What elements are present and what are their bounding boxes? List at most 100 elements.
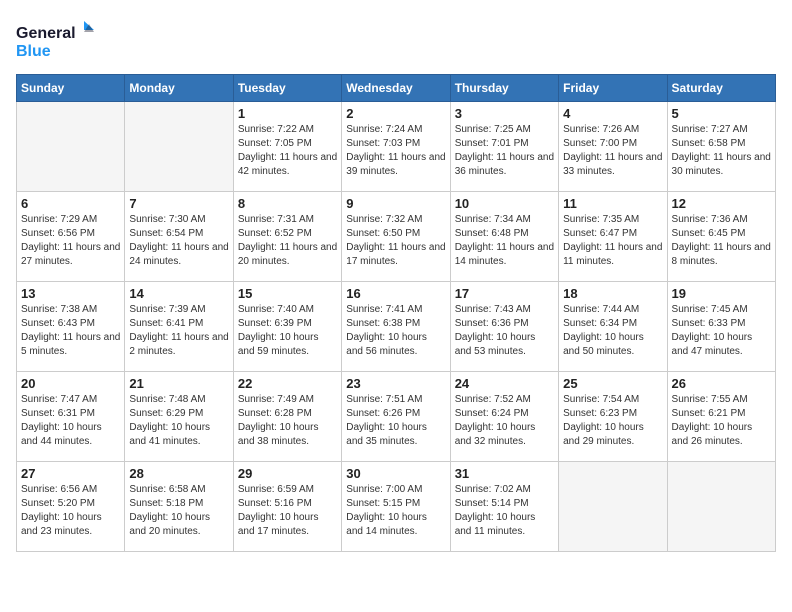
calendar-cell: 17 Sunrise: 7:43 AM Sunset: 6:36 PM Dayli… <box>450 282 558 372</box>
col-header-friday: Friday <box>559 75 667 102</box>
calendar-cell: 9Sunrise: 7:32 AM Sunset: 6:50 PM Daylig… <box>342 192 450 282</box>
cell-info: Sunrise: 7:31 AM Sunset: 6:52 PM Dayligh… <box>238 213 337 269</box>
day-number: 17 <box>455 286 554 301</box>
day-number: 23 <box>346 376 445 391</box>
day-number: 14 <box>129 286 228 301</box>
cell-info: Sunrise: 7:00 AM Sunset: 5:15 PM Dayligh… <box>346 483 445 539</box>
day-number: 7 <box>129 196 228 211</box>
calendar-week-1: 1 Sunrise: 7:22 AM Sunset: 7:05 PM Daylig… <box>17 102 776 192</box>
day-number: 2 <box>346 106 445 121</box>
logo-svg: General Blue <box>16 16 96 66</box>
calendar-cell: 31 Sunrise: 7:02 AM Sunset: 5:14 PM Dayli… <box>450 462 558 552</box>
calendar-week-3: 13 Sunrise: 7:38 AM Sunset: 6:43 PM Dayli… <box>17 282 776 372</box>
calendar-week-4: 20 Sunrise: 7:47 AM Sunset: 6:31 PM Dayli… <box>17 372 776 462</box>
calendar-cell: 12Sunrise: 7:36 AM Sunset: 6:45 PM Dayli… <box>667 192 775 282</box>
calendar-cell: 25 Sunrise: 7:54 AM Sunset: 6:23 PM Dayli… <box>559 372 667 462</box>
calendar-cell: 6 Sunrise: 7:29 AM Sunset: 6:56 PM Daylig… <box>17 192 125 282</box>
day-number: 16 <box>346 286 445 301</box>
cell-info: Sunrise: 7:22 AM Sunset: 7:05 PM Dayligh… <box>238 123 337 179</box>
cell-info: Sunrise: 7:26 AM Sunset: 7:00 PM Dayligh… <box>563 123 662 179</box>
calendar-cell: 18 Sunrise: 7:44 AM Sunset: 6:34 PM Dayli… <box>559 282 667 372</box>
cell-info: Sunrise: 7:30 AM Sunset: 6:54 PM Dayligh… <box>129 213 228 269</box>
day-number: 28 <box>129 466 228 481</box>
calendar-cell: 10 Sunrise: 7:34 AM Sunset: 6:48 PM Dayli… <box>450 192 558 282</box>
cell-info: Sunrise: 7:39 AM Sunset: 6:41 PM Dayligh… <box>129 303 228 359</box>
calendar-cell: 21 Sunrise: 7:48 AM Sunset: 6:29 PM Dayli… <box>125 372 233 462</box>
cell-info: Sunrise: 7:49 AM Sunset: 6:28 PM Dayligh… <box>238 393 337 449</box>
cell-info: Sunrise: 7:41 AM Sunset: 6:38 PM Dayligh… <box>346 303 445 359</box>
cell-info: Sunrise: 7:36 AM Sunset: 6:45 PM Dayligh… <box>672 213 771 269</box>
day-number: 18 <box>563 286 662 301</box>
calendar-cell: 19Sunrise: 7:45 AM Sunset: 6:33 PM Dayli… <box>667 282 775 372</box>
day-number: 22 <box>238 376 337 391</box>
col-header-saturday: Saturday <box>667 75 775 102</box>
calendar-cell: 27Sunrise: 6:56 AM Sunset: 5:20 PM Dayli… <box>17 462 125 552</box>
day-number: 15 <box>238 286 337 301</box>
calendar-cell: 24 Sunrise: 7:52 AM Sunset: 6:24 PM Dayli… <box>450 372 558 462</box>
calendar-cell <box>17 102 125 192</box>
cell-info: Sunrise: 7:34 AM Sunset: 6:48 PM Dayligh… <box>455 213 554 269</box>
calendar-cell: 2 Sunrise: 7:24 AM Sunset: 7:03 PM Daylig… <box>342 102 450 192</box>
cell-info: Sunrise: 7:38 AM Sunset: 6:43 PM Dayligh… <box>21 303 120 359</box>
logo: General Blue <box>16 16 96 66</box>
day-number: 5 <box>672 106 771 121</box>
cell-info: Sunrise: 6:58 AM Sunset: 5:18 PM Dayligh… <box>129 483 228 539</box>
calendar-cell <box>125 102 233 192</box>
cell-info: Sunrise: 7:52 AM Sunset: 6:24 PM Dayligh… <box>455 393 554 449</box>
day-number: 24 <box>455 376 554 391</box>
cell-info: Sunrise: 7:44 AM Sunset: 6:34 PM Dayligh… <box>563 303 662 359</box>
cell-info: Sunrise: 7:35 AM Sunset: 6:47 PM Dayligh… <box>563 213 662 269</box>
calendar-cell: 20 Sunrise: 7:47 AM Sunset: 6:31 PM Dayli… <box>17 372 125 462</box>
cell-info: Sunrise: 7:25 AM Sunset: 7:01 PM Dayligh… <box>455 123 554 179</box>
calendar-cell: 7 Sunrise: 7:30 AM Sunset: 6:54 PM Daylig… <box>125 192 233 282</box>
day-number: 20 <box>21 376 120 391</box>
col-header-wednesday: Wednesday <box>342 75 450 102</box>
day-number: 30 <box>346 466 445 481</box>
day-number: 4 <box>563 106 662 121</box>
cell-info: Sunrise: 7:51 AM Sunset: 6:26 PM Dayligh… <box>346 393 445 449</box>
calendar-cell: 8 Sunrise: 7:31 AM Sunset: 6:52 PM Daylig… <box>233 192 341 282</box>
day-number: 25 <box>563 376 662 391</box>
day-number: 8 <box>238 196 337 211</box>
calendar-cell: 14 Sunrise: 7:39 AM Sunset: 6:41 PM Dayli… <box>125 282 233 372</box>
cell-info: Sunrise: 7:43 AM Sunset: 6:36 PM Dayligh… <box>455 303 554 359</box>
col-header-sunday: Sunday <box>17 75 125 102</box>
calendar-cell: 30 Sunrise: 7:00 AM Sunset: 5:15 PM Dayli… <box>342 462 450 552</box>
calendar-cell: 3Sunrise: 7:25 AM Sunset: 7:01 PM Daylig… <box>450 102 558 192</box>
col-header-monday: Monday <box>125 75 233 102</box>
calendar-cell: 1 Sunrise: 7:22 AM Sunset: 7:05 PM Daylig… <box>233 102 341 192</box>
calendar-cell: 26Sunrise: 7:55 AM Sunset: 6:21 PM Dayli… <box>667 372 775 462</box>
calendar-cell: 4 Sunrise: 7:26 AM Sunset: 7:00 PM Daylig… <box>559 102 667 192</box>
day-number: 6 <box>21 196 120 211</box>
day-number: 10 <box>455 196 554 211</box>
svg-text:General: General <box>16 25 76 42</box>
calendar-cell: 28 Sunrise: 6:58 AM Sunset: 5:18 PM Dayli… <box>125 462 233 552</box>
calendar-cell: 16 Sunrise: 7:41 AM Sunset: 6:38 PM Dayli… <box>342 282 450 372</box>
calendar-cell: 15 Sunrise: 7:40 AM Sunset: 6:39 PM Dayli… <box>233 282 341 372</box>
calendar-table: SundayMondayTuesdayWednesdayThursdayFrid… <box>16 74 776 552</box>
cell-info: Sunrise: 7:55 AM Sunset: 6:21 PM Dayligh… <box>672 393 771 449</box>
day-number: 1 <box>238 106 337 121</box>
day-number: 13 <box>21 286 120 301</box>
cell-info: Sunrise: 7:02 AM Sunset: 5:14 PM Dayligh… <box>455 483 554 539</box>
day-number: 21 <box>129 376 228 391</box>
calendar-cell: 23 Sunrise: 7:51 AM Sunset: 6:26 PM Dayli… <box>342 372 450 462</box>
col-header-thursday: Thursday <box>450 75 558 102</box>
day-number: 31 <box>455 466 554 481</box>
calendar-cell <box>559 462 667 552</box>
calendar-cell: 29Sunrise: 6:59 AM Sunset: 5:16 PM Dayli… <box>233 462 341 552</box>
cell-info: Sunrise: 7:24 AM Sunset: 7:03 PM Dayligh… <box>346 123 445 179</box>
day-number: 9 <box>346 196 445 211</box>
cell-info: Sunrise: 7:54 AM Sunset: 6:23 PM Dayligh… <box>563 393 662 449</box>
header: General Blue <box>16 16 776 66</box>
svg-text:Blue: Blue <box>16 43 51 60</box>
col-header-tuesday: Tuesday <box>233 75 341 102</box>
day-number: 11 <box>563 196 662 211</box>
day-number: 27 <box>21 466 120 481</box>
calendar-cell: 13 Sunrise: 7:38 AM Sunset: 6:43 PM Dayli… <box>17 282 125 372</box>
cell-info: Sunrise: 7:47 AM Sunset: 6:31 PM Dayligh… <box>21 393 120 449</box>
calendar-week-5: 27Sunrise: 6:56 AM Sunset: 5:20 PM Dayli… <box>17 462 776 552</box>
cell-info: Sunrise: 7:40 AM Sunset: 6:39 PM Dayligh… <box>238 303 337 359</box>
cell-info: Sunrise: 7:29 AM Sunset: 6:56 PM Dayligh… <box>21 213 120 269</box>
cell-info: Sunrise: 7:48 AM Sunset: 6:29 PM Dayligh… <box>129 393 228 449</box>
